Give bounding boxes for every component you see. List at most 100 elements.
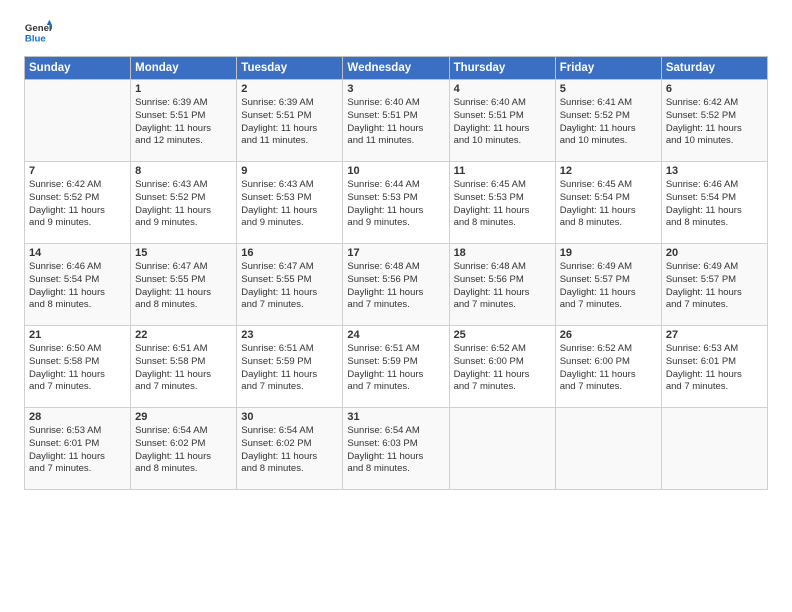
column-header-wednesday: Wednesday [343, 57, 449, 80]
daylight-hours: Daylight: 11 hours [135, 205, 232, 218]
sunrise-text: Sunrise: 6:47 AM [241, 261, 338, 274]
column-header-saturday: Saturday [661, 57, 767, 80]
cell-w0-d1: 1Sunrise: 6:39 AMSunset: 5:51 PMDaylight… [131, 80, 237, 162]
sunrise-text: Sunrise: 6:46 AM [666, 179, 763, 192]
daylight-minutes: and 8 minutes. [347, 463, 444, 476]
day-number: 31 [347, 411, 444, 423]
day-number: 10 [347, 165, 444, 177]
daylight-hours: Daylight: 11 hours [241, 369, 338, 382]
day-number: 11 [454, 165, 551, 177]
column-header-friday: Friday [555, 57, 661, 80]
sunset-text: Sunset: 5:58 PM [135, 356, 232, 369]
day-number: 14 [29, 247, 126, 259]
sunset-text: Sunset: 6:02 PM [241, 438, 338, 451]
day-number: 5 [560, 83, 657, 95]
cell-w1-d6: 13Sunrise: 6:46 AMSunset: 5:54 PMDayligh… [661, 162, 767, 244]
daylight-minutes: and 7 minutes. [29, 381, 126, 394]
sunrise-text: Sunrise: 6:52 AM [560, 343, 657, 356]
daylight-minutes: and 8 minutes. [560, 217, 657, 230]
cell-w0-d4: 4Sunrise: 6:40 AMSunset: 5:51 PMDaylight… [449, 80, 555, 162]
day-number: 7 [29, 165, 126, 177]
daylight-hours: Daylight: 11 hours [560, 205, 657, 218]
sunrise-text: Sunrise: 6:42 AM [666, 97, 763, 110]
column-header-tuesday: Tuesday [237, 57, 343, 80]
daylight-hours: Daylight: 11 hours [666, 205, 763, 218]
day-number: 25 [454, 329, 551, 341]
sunrise-text: Sunrise: 6:39 AM [135, 97, 232, 110]
sunset-text: Sunset: 6:02 PM [135, 438, 232, 451]
daylight-hours: Daylight: 11 hours [454, 205, 551, 218]
cell-w3-d3: 24Sunrise: 6:51 AMSunset: 5:59 PMDayligh… [343, 326, 449, 408]
cell-w2-d2: 16Sunrise: 6:47 AMSunset: 5:55 PMDayligh… [237, 244, 343, 326]
calendar-table: SundayMondayTuesdayWednesdayThursdayFrid… [24, 56, 768, 490]
sunrise-text: Sunrise: 6:49 AM [666, 261, 763, 274]
sunset-text: Sunset: 6:01 PM [666, 356, 763, 369]
daylight-minutes: and 8 minutes. [241, 463, 338, 476]
sunset-text: Sunset: 5:59 PM [347, 356, 444, 369]
day-number: 8 [135, 165, 232, 177]
daylight-hours: Daylight: 11 hours [135, 451, 232, 464]
sunrise-text: Sunrise: 6:43 AM [241, 179, 338, 192]
daylight-minutes: and 7 minutes. [241, 299, 338, 312]
daylight-minutes: and 10 minutes. [666, 135, 763, 148]
sunrise-text: Sunrise: 6:48 AM [347, 261, 444, 274]
cell-w1-d5: 12Sunrise: 6:45 AMSunset: 5:54 PMDayligh… [555, 162, 661, 244]
daylight-hours: Daylight: 11 hours [347, 205, 444, 218]
daylight-hours: Daylight: 11 hours [135, 287, 232, 300]
cell-w0-d0 [25, 80, 131, 162]
daylight-minutes: and 8 minutes. [666, 217, 763, 230]
daylight-minutes: and 12 minutes. [135, 135, 232, 148]
cell-w1-d4: 11Sunrise: 6:45 AMSunset: 5:53 PMDayligh… [449, 162, 555, 244]
daylight-minutes: and 11 minutes. [347, 135, 444, 148]
daylight-minutes: and 7 minutes. [666, 299, 763, 312]
daylight-hours: Daylight: 11 hours [241, 451, 338, 464]
cell-w4-d0: 28Sunrise: 6:53 AMSunset: 6:01 PMDayligh… [25, 408, 131, 490]
sunrise-text: Sunrise: 6:53 AM [29, 425, 126, 438]
sunset-text: Sunset: 6:00 PM [454, 356, 551, 369]
cell-w3-d5: 26Sunrise: 6:52 AMSunset: 6:00 PMDayligh… [555, 326, 661, 408]
week-row-4: 28Sunrise: 6:53 AMSunset: 6:01 PMDayligh… [25, 408, 768, 490]
daylight-hours: Daylight: 11 hours [135, 369, 232, 382]
cell-w3-d1: 22Sunrise: 6:51 AMSunset: 5:58 PMDayligh… [131, 326, 237, 408]
day-number: 22 [135, 329, 232, 341]
cell-w0-d5: 5Sunrise: 6:41 AMSunset: 5:52 PMDaylight… [555, 80, 661, 162]
column-header-sunday: Sunday [25, 57, 131, 80]
daylight-hours: Daylight: 11 hours [454, 369, 551, 382]
cell-w2-d5: 19Sunrise: 6:49 AMSunset: 5:57 PMDayligh… [555, 244, 661, 326]
day-number: 16 [241, 247, 338, 259]
sunset-text: Sunset: 5:59 PM [241, 356, 338, 369]
logo-icon: General Blue [24, 18, 52, 46]
day-number: 9 [241, 165, 338, 177]
sunrise-text: Sunrise: 6:51 AM [241, 343, 338, 356]
sunrise-text: Sunrise: 6:39 AM [241, 97, 338, 110]
daylight-minutes: and 9 minutes. [135, 217, 232, 230]
daylight-hours: Daylight: 11 hours [454, 287, 551, 300]
daylight-hours: Daylight: 11 hours [560, 123, 657, 136]
day-number: 12 [560, 165, 657, 177]
daylight-hours: Daylight: 11 hours [454, 123, 551, 136]
week-row-1: 7Sunrise: 6:42 AMSunset: 5:52 PMDaylight… [25, 162, 768, 244]
daylight-hours: Daylight: 11 hours [666, 123, 763, 136]
daylight-minutes: and 7 minutes. [560, 381, 657, 394]
daylight-hours: Daylight: 11 hours [347, 451, 444, 464]
cell-w4-d5 [555, 408, 661, 490]
calendar-body: 1Sunrise: 6:39 AMSunset: 5:51 PMDaylight… [25, 80, 768, 490]
week-row-2: 14Sunrise: 6:46 AMSunset: 5:54 PMDayligh… [25, 244, 768, 326]
day-number: 19 [560, 247, 657, 259]
day-number: 29 [135, 411, 232, 423]
cell-w4-d2: 30Sunrise: 6:54 AMSunset: 6:02 PMDayligh… [237, 408, 343, 490]
daylight-minutes: and 7 minutes. [454, 299, 551, 312]
day-number: 26 [560, 329, 657, 341]
sunset-text: Sunset: 5:53 PM [347, 192, 444, 205]
cell-w4-d3: 31Sunrise: 6:54 AMSunset: 6:03 PMDayligh… [343, 408, 449, 490]
sunrise-text: Sunrise: 6:45 AM [454, 179, 551, 192]
day-number: 13 [666, 165, 763, 177]
daylight-hours: Daylight: 11 hours [135, 123, 232, 136]
daylight-minutes: and 7 minutes. [347, 299, 444, 312]
cell-w0-d3: 3Sunrise: 6:40 AMSunset: 5:51 PMDaylight… [343, 80, 449, 162]
cell-w1-d1: 8Sunrise: 6:43 AMSunset: 5:52 PMDaylight… [131, 162, 237, 244]
cell-w3-d4: 25Sunrise: 6:52 AMSunset: 6:00 PMDayligh… [449, 326, 555, 408]
day-number: 24 [347, 329, 444, 341]
cell-w2-d3: 17Sunrise: 6:48 AMSunset: 5:56 PMDayligh… [343, 244, 449, 326]
cell-w0-d2: 2Sunrise: 6:39 AMSunset: 5:51 PMDaylight… [237, 80, 343, 162]
